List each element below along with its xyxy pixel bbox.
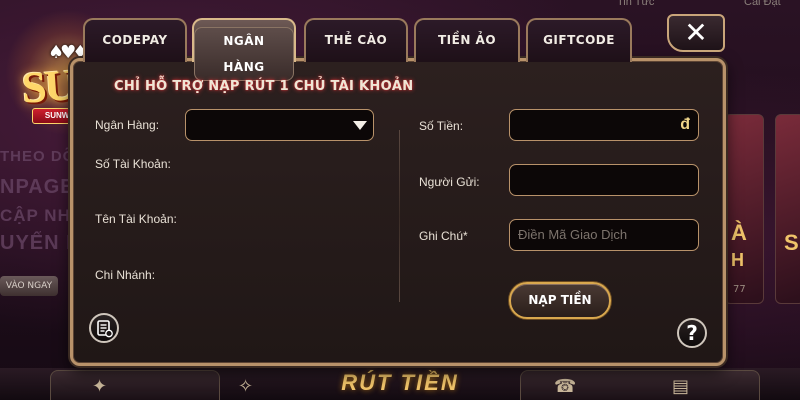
notice-banner: CHỈ HỖ TRỢ NẠP RÚT 1 CHỦ TÀI KHOẢN — [114, 79, 414, 94]
column-divider — [399, 130, 400, 302]
phone-icon[interactable]: ☎ — [554, 376, 576, 397]
note-label: Ghi Chú* — [419, 229, 468, 243]
bank-label: Ngân Hàng: — [95, 118, 160, 132]
close-button[interactable]: ✕ — [667, 14, 725, 52]
help-icon: ? — [686, 321, 698, 345]
promo-line-1: THEO DÕI — [0, 148, 81, 165]
bottom-withdraw-title[interactable]: RÚT TIỀN — [315, 368, 485, 400]
game-card-right-2-text: S — [784, 230, 799, 255]
game-card-right-1-count: 77 — [733, 284, 746, 295]
sender-label: Người Gửi: — [419, 175, 480, 189]
amount-label: Số Tiền: — [419, 119, 464, 133]
game-card-right-2[interactable] — [775, 114, 800, 304]
amount-input[interactable]: đ — [509, 109, 699, 141]
promo-join-button[interactable]: VÀO NGAY — [0, 276, 58, 296]
party-icon[interactable]: ✦ — [92, 376, 107, 397]
bottom-nav-left[interactable] — [50, 370, 220, 400]
account-number-label: Số Tài Khoản: — [95, 157, 171, 171]
help-button[interactable]: ? — [677, 318, 707, 348]
game-card-right-1-text: À — [731, 220, 747, 245]
game-card-right-1[interactable] — [724, 114, 764, 304]
chevron-down-icon — [353, 121, 367, 130]
tab-giftcode[interactable]: GIFTCODE — [526, 18, 632, 62]
currency-symbol: đ — [680, 116, 690, 133]
deposit-submit-button[interactable]: NẠP TIỀN — [509, 282, 611, 319]
account-name-label: Tên Tài Khoản: — [95, 212, 177, 226]
chat-icon[interactable]: ▤ — [672, 376, 689, 397]
history-list-icon — [97, 320, 113, 338]
top-nav-settings[interactable]: Cài Đặt — [744, 0, 781, 8]
tab-codepay[interactable]: CODEPAY — [83, 18, 187, 62]
game-card-right-1-sub: H — [731, 250, 744, 270]
sender-input[interactable] — [509, 164, 699, 196]
tab-scratch-card[interactable]: THẺ CÀO — [304, 18, 408, 62]
tab-bank[interactable]: NGÂN HÀNG — [192, 18, 296, 81]
star-icon[interactable]: ✧ — [238, 376, 253, 397]
tab-crypto[interactable]: TIỀN ẢO — [414, 18, 520, 62]
history-button[interactable] — [89, 313, 119, 343]
promo-line-2: NPAGE — [0, 176, 75, 198]
tab-bank-label: NGÂN HÀNG — [194, 27, 294, 81]
top-nav-news[interactable]: Tin Tức — [617, 0, 654, 8]
note-input[interactable]: Điền Mã Giao Dịch — [509, 219, 699, 251]
branch-label: Chi Nhánh: — [95, 268, 156, 282]
close-icon: ✕ — [684, 16, 708, 49]
bank-select[interactable] — [185, 109, 374, 141]
